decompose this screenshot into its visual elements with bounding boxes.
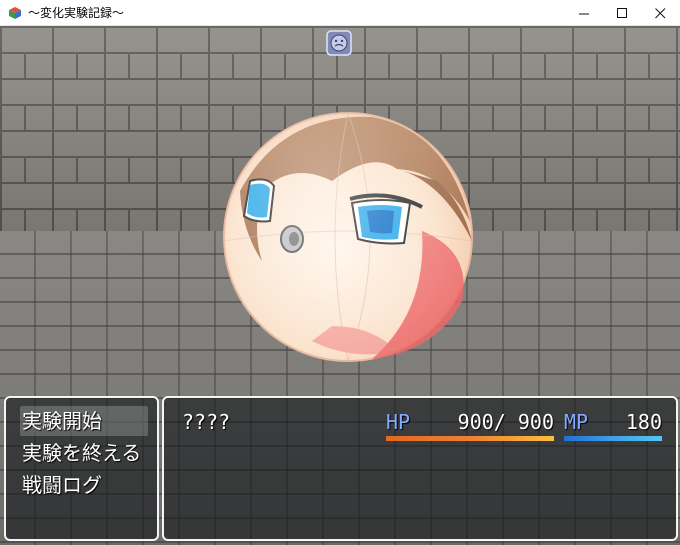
window-titlebar: 〜変化実験記録〜 [0, 0, 680, 26]
close-button[interactable] [642, 0, 678, 26]
hp-gauge-fill [386, 436, 554, 441]
window-title: 〜変化実験記録〜 [28, 6, 125, 20]
command-end-experiment[interactable]: 実験を終える [20, 438, 148, 468]
command-battle-log[interactable]: 戦闘ログ [20, 470, 148, 500]
battle-scene: 実験開始 実験を終える 戦闘ログ ???? HP 900/ 900 MP 180 [0, 26, 680, 545]
battle-status-window: ???? HP 900/ 900 MP 180 [162, 396, 678, 541]
maximize-icon [616, 7, 627, 18]
mp-gauge [564, 436, 662, 441]
command-start-experiment[interactable]: 実験開始 [20, 406, 148, 436]
app-icon [9, 7, 21, 19]
state-face-icon [326, 30, 352, 56]
mp-label: MP [564, 410, 589, 434]
mp-value: 180 [625, 410, 662, 434]
actor-name: ???? [182, 410, 231, 434]
party-command-window: 実験開始 実験を終える 戦闘ログ [4, 396, 159, 541]
mp-gauge-fill [564, 436, 662, 441]
hp-label: HP [386, 410, 411, 434]
hp-gauge [386, 436, 554, 441]
hp-value: 900/ 900 [457, 410, 554, 434]
minimize-button[interactable] [566, 0, 602, 26]
maximize-button[interactable] [604, 0, 640, 26]
inflated-character-enemy [223, 112, 473, 362]
minimize-icon [578, 13, 589, 14]
close-icon [654, 7, 665, 18]
